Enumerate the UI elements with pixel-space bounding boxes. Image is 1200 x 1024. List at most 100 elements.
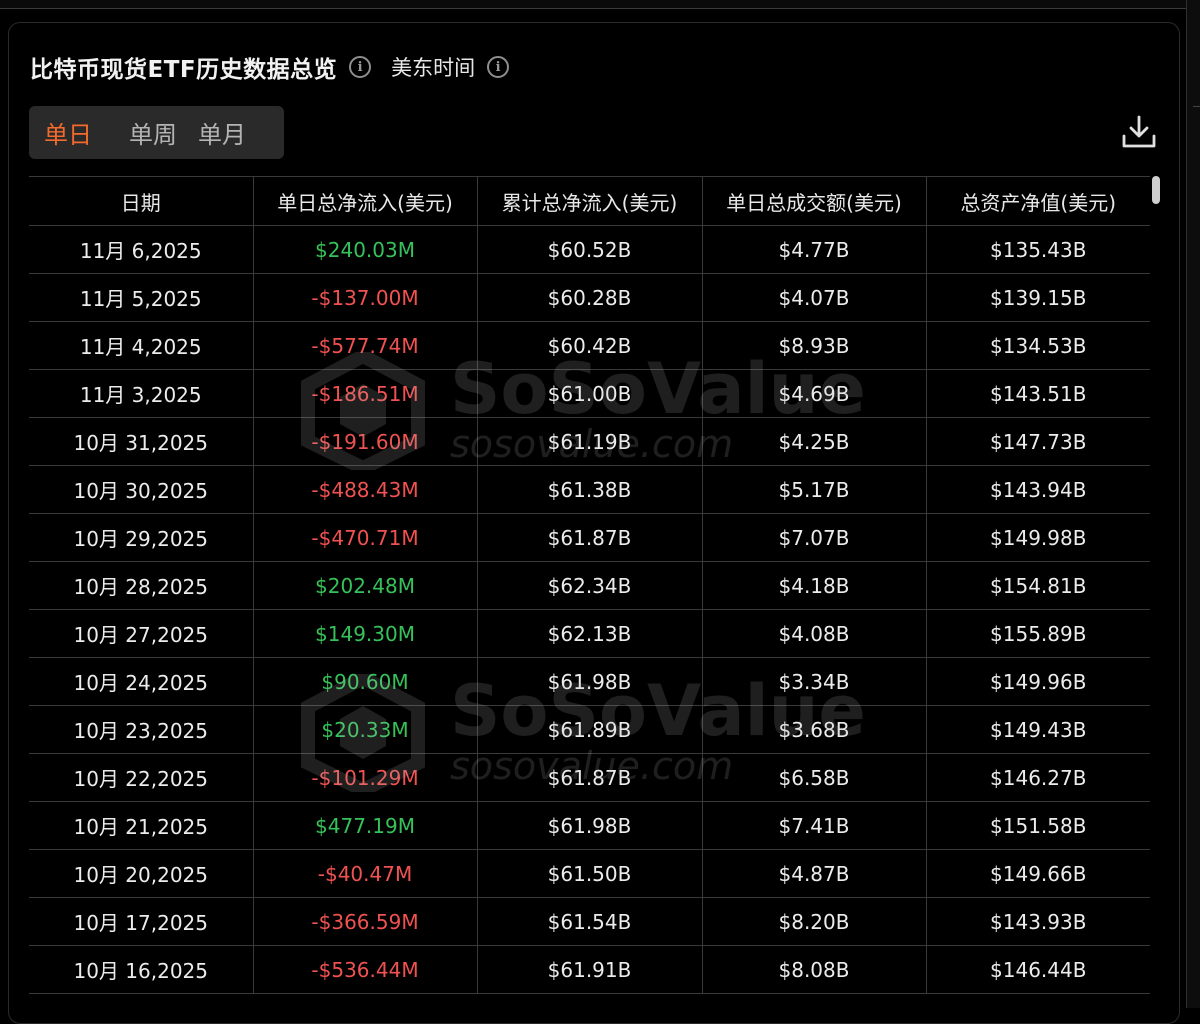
- daily-volume-cell: $4.08B: [701, 609, 927, 658]
- net-assets-cell: $143.94B: [925, 465, 1150, 514]
- cumulative-net-inflow-cell: $61.00B: [476, 369, 703, 418]
- daily-net-inflow-cell: -$191.60M: [252, 417, 478, 466]
- table-body: 11月 6,2025 $240.03M $60.52B $4.77B $135.43B 1…: [29, 225, 1150, 994]
- date-cell: 10月 16,2025: [29, 945, 254, 994]
- cumulative-net-inflow-cell: $61.91B: [476, 945, 703, 994]
- scrollbar-thumb[interactable]: [1152, 176, 1160, 204]
- date-cell: 11月 4,2025: [29, 321, 254, 370]
- table-row[interactable]: 10月 20,2025 -$40.47M $61.50B $4.87B $149.66B: [29, 849, 1150, 898]
- column-header-date[interactable]: 日期: [29, 176, 254, 226]
- cumulative-net-inflow-cell: $62.13B: [476, 609, 703, 658]
- daily-net-inflow-cell: -$470.71M: [252, 513, 478, 562]
- net-assets-cell: $151.58B: [925, 801, 1150, 850]
- date-cell: 11月 5,2025: [29, 273, 254, 322]
- download-icon: [1122, 115, 1156, 148]
- date-cell: 11月 3,2025: [29, 369, 254, 418]
- net-assets-cell: $154.81B: [925, 561, 1150, 610]
- date-cell: 10月 24,2025: [29, 657, 254, 706]
- table-row[interactable]: 10月 30,2025 -$488.43M $61.38B $5.17B $143.94…: [29, 465, 1150, 514]
- net-assets-cell: $149.66B: [925, 849, 1150, 898]
- column-header-daily-net-inflow[interactable]: 单日总净流入(美元): [252, 176, 478, 226]
- column-header-daily-volume[interactable]: 单日总成交额(美元): [701, 176, 927, 226]
- net-assets-cell: $135.43B: [925, 225, 1150, 274]
- daily-volume-cell: $8.08B: [701, 945, 927, 994]
- info-icon[interactable]: i: [487, 56, 510, 78]
- info-icon[interactable]: i: [349, 56, 372, 78]
- table-row[interactable]: 10月 23,2025 $20.33M $61.89B $3.68B $149.43B: [29, 705, 1150, 754]
- daily-net-inflow-cell: $20.33M: [252, 705, 478, 754]
- daily-net-inflow-cell: $202.48M: [252, 561, 478, 610]
- outer-scroll-gutter: [1186, 0, 1200, 1008]
- daily-net-inflow-cell: -$186.51M: [252, 369, 478, 418]
- daily-net-inflow-cell: -$137.00M: [252, 273, 478, 322]
- date-cell: 10月 17,2025: [29, 897, 254, 946]
- table-row[interactable]: 10月 17,2025 -$366.59M $61.54B $8.20B $143.93…: [29, 897, 1150, 946]
- daily-volume-cell: $4.25B: [701, 417, 927, 466]
- daily-volume-cell: $4.87B: [701, 849, 927, 898]
- table-row[interactable]: 10月 27,2025 $149.30M $62.13B $4.08B $155.89B: [29, 609, 1150, 658]
- etf-history-table: 日期 单日总净流入(美元) 累计总净流入(美元) 单日总成交额(美元) 总资产净…: [29, 176, 1150, 994]
- daily-volume-cell: $4.07B: [701, 273, 927, 322]
- period-tabs: 单日 单周 单月: [29, 106, 284, 159]
- daily-volume-cell: $8.93B: [701, 321, 927, 370]
- daily-volume-cell: $4.77B: [701, 225, 927, 274]
- date-cell: 11月 6,2025: [29, 225, 254, 274]
- net-assets-cell: $146.27B: [925, 753, 1150, 802]
- panel-header: 比特币现货ETF历史数据总览 i 美东时间 i: [30, 50, 510, 84]
- cumulative-net-inflow-cell: $60.42B: [476, 321, 703, 370]
- daily-net-inflow-cell: $149.30M: [252, 609, 478, 658]
- table-row[interactable]: 10月 31,2025 -$191.60M $61.19B $4.25B $147.73…: [29, 417, 1150, 466]
- net-assets-cell: $149.98B: [925, 513, 1150, 562]
- daily-net-inflow-cell: $240.03M: [252, 225, 478, 274]
- date-cell: 10月 30,2025: [29, 465, 254, 514]
- table-row[interactable]: 10月 16,2025 -$536.44M $61.91B $8.08B $146.44…: [29, 945, 1150, 994]
- window-top-edge: [0, 0, 1200, 9]
- table-row[interactable]: 11月 4,2025 -$577.74M $60.42B $8.93B $134.53B: [29, 321, 1150, 370]
- table-row[interactable]: 10月 28,2025 $202.48M $62.34B $4.18B $154.81B: [29, 561, 1150, 610]
- table-row[interactable]: 11月 5,2025 -$137.00M $60.28B $4.07B $139.15B: [29, 273, 1150, 322]
- net-assets-cell: $143.51B: [925, 369, 1150, 418]
- net-assets-cell: $139.15B: [925, 273, 1150, 322]
- date-cell: 10月 28,2025: [29, 561, 254, 610]
- tab-daily[interactable]: 单日: [29, 115, 113, 150]
- daily-volume-cell: $6.58B: [701, 753, 927, 802]
- cumulative-net-inflow-cell: $61.87B: [476, 753, 703, 802]
- table-row[interactable]: 10月 24,2025 $90.60M $61.98B $3.34B $149.96B: [29, 657, 1150, 706]
- tab-monthly[interactable]: 单月: [182, 115, 251, 150]
- net-assets-cell: $147.73B: [925, 417, 1150, 466]
- cumulative-net-inflow-cell: $62.34B: [476, 561, 703, 610]
- daily-net-inflow-cell: -$488.43M: [252, 465, 478, 514]
- page-title: 比特币现货ETF历史数据总览: [30, 57, 338, 83]
- tab-weekly[interactable]: 单周: [113, 115, 182, 150]
- date-cell: 10月 22,2025: [29, 753, 254, 802]
- date-cell: 10月 31,2025: [29, 417, 254, 466]
- daily-volume-cell: $8.20B: [701, 897, 927, 946]
- date-cell: 10月 23,2025: [29, 705, 254, 754]
- daily-volume-cell: $7.41B: [701, 801, 927, 850]
- cumulative-net-inflow-cell: $60.52B: [476, 225, 703, 274]
- column-header-net-assets[interactable]: 总资产净值(美元): [925, 176, 1150, 226]
- daily-volume-cell: $4.69B: [701, 369, 927, 418]
- net-assets-cell: $134.53B: [925, 321, 1150, 370]
- timezone-label: 美东时间: [391, 56, 476, 80]
- table-row[interactable]: 10月 29,2025 -$470.71M $61.87B $7.07B $149.98…: [29, 513, 1150, 562]
- column-header-cumulative-net-inflow[interactable]: 累计总净流入(美元): [476, 176, 703, 226]
- date-cell: 10月 21,2025: [29, 801, 254, 850]
- table-row[interactable]: 10月 22,2025 -$101.29M $61.87B $6.58B $146.27…: [29, 753, 1150, 802]
- cumulative-net-inflow-cell: $61.89B: [476, 705, 703, 754]
- table-header-row: 日期 单日总净流入(美元) 累计总净流入(美元) 单日总成交额(美元) 总资产净…: [29, 176, 1150, 226]
- download-button[interactable]: [1121, 114, 1157, 150]
- cumulative-net-inflow-cell: $61.38B: [476, 465, 703, 514]
- table-row[interactable]: 11月 6,2025 $240.03M $60.52B $4.77B $135.43B: [29, 225, 1150, 274]
- table-row[interactable]: 10月 21,2025 $477.19M $61.98B $7.41B $151.58B: [29, 801, 1150, 850]
- net-assets-cell: $146.44B: [925, 945, 1150, 994]
- cumulative-net-inflow-cell: $61.50B: [476, 849, 703, 898]
- daily-net-inflow-cell: $477.19M: [252, 801, 478, 850]
- cumulative-net-inflow-cell: $61.19B: [476, 417, 703, 466]
- daily-net-inflow-cell: $90.60M: [252, 657, 478, 706]
- daily-net-inflow-cell: -$536.44M: [252, 945, 478, 994]
- net-assets-cell: $155.89B: [925, 609, 1150, 658]
- table-row[interactable]: 11月 3,2025 -$186.51M $61.00B $4.69B $143.51B: [29, 369, 1150, 418]
- daily-net-inflow-cell: -$101.29M: [252, 753, 478, 802]
- cumulative-net-inflow-cell: $61.54B: [476, 897, 703, 946]
